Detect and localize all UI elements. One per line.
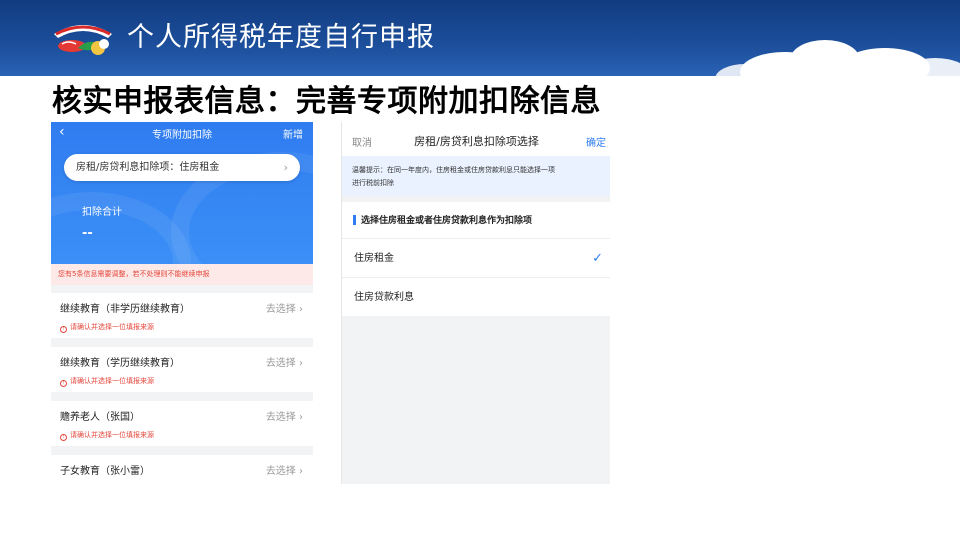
choose-link[interactable]: 去选择 › [266, 408, 303, 423]
header-banner: 个人所得税年度自行申报 [0, 0, 960, 76]
tip-text: 请确认并选择一位填报来源 [70, 377, 154, 385]
list-item-tip: ! 请确认并选择一位填报来源 [60, 322, 154, 333]
choose-link[interactable]: 去选择 › [266, 300, 303, 315]
section-header: 选择住房租金或者住房贷款利息作为扣除项 [342, 202, 610, 238]
left-nav-title: 专项附加扣除 [152, 130, 212, 141]
option-rent[interactable]: 住房租金 ✓ [342, 238, 610, 277]
deduction-type-selector[interactable]: 房租/房贷利息扣除项：住房租金 › [64, 154, 300, 181]
chevron-right-icon: › [283, 161, 288, 174]
choose-link[interactable]: 去选择 › [266, 462, 303, 477]
warning-banner: 您有5条信息需要调整，若不处理则不能继续申报 [51, 264, 313, 285]
list-item[interactable]: 继续教育（学历继续教育） 去选择 › ! 请确认并选择一位填报来源 [51, 347, 313, 392]
list-item-title: 继续教育（学历继续教育） [60, 358, 180, 369]
list-item-title: 赡养老人（张国） [60, 412, 140, 423]
list-item[interactable]: 继续教育（非学历继续教育） 去选择 › ! 请确认并选择一位填报来源 [51, 293, 313, 338]
list-item-title: 继续教育（非学历继续教育） [60, 304, 190, 315]
left-nav-bar: ‹ 专项附加扣除 新增 [51, 122, 313, 144]
deduction-type-label: 房租/房贷利息扣除项：住房租金 [76, 162, 220, 173]
hint-line: 温馨提示：在同一年度内，住房租金或住房贷款利息只能选择一项 [352, 166, 555, 174]
alert-circle-icon: ! [60, 326, 67, 333]
list-item-title: 子女教育（张小雷） [60, 466, 150, 477]
tip-text: 请确认并选择一位填报来源 [70, 323, 154, 331]
new-button[interactable]: 新增 [283, 126, 303, 141]
option-label: 住房租金 [354, 253, 394, 264]
total-value: -- [82, 226, 93, 241]
confirm-button[interactable]: 确定 [586, 134, 606, 149]
tax-logo-icon [54, 25, 112, 55]
right-nav-bar: 取消 房租/房贷利息扣除项选择 确定 [342, 122, 610, 156]
slide-subtitle: 核实申报表信息：完善专项附加扣除信息 [52, 84, 601, 119]
total-label: 扣除合计 [82, 207, 122, 218]
tip-text: 请确认并选择一位填报来源 [70, 431, 154, 439]
right-nav-title: 房租/房贷利息扣除项选择 [414, 135, 539, 148]
alert-circle-icon: ! [60, 380, 67, 387]
option-mortgage[interactable]: 住房贷款利息 [342, 277, 610, 316]
deduction-header-panel: ‹ 专项附加扣除 新增 房租/房贷利息扣除项：住房租金 › 扣除合计 -- [51, 122, 313, 264]
deduction-choice-screen: 取消 房租/房贷利息扣除项选择 确定 温馨提示：在同一年度内，住房租金或住房贷款… [341, 122, 610, 484]
hint-line: 进行税前扣除 [352, 179, 394, 187]
checkmark-icon: ✓ [592, 251, 603, 266]
alert-circle-icon: ! [60, 434, 67, 441]
slide: 个人所得税年度自行申报 核实申报表信息：完善专项附加扣除信息 ‹ 专项附加扣除 … [0, 0, 960, 540]
banner-title: 个人所得税年度自行申报 [127, 22, 435, 53]
section-title: 选择住房租金或者住房贷款利息作为扣除项 [361, 216, 533, 226]
deduction-list-screen: ‹ 专项附加扣除 新增 房租/房贷利息扣除项：住房租金 › 扣除合计 -- 您有… [51, 122, 313, 484]
list-item[interactable]: 子女教育（张小雷） 去选择 › [51, 455, 313, 484]
list-item-tip: ! 请确认并选择一位填报来源 [60, 430, 154, 441]
list-item[interactable]: 赡养老人（张国） 去选择 › ! 请确认并选择一位填报来源 [51, 401, 313, 446]
section-accent-bar [353, 215, 356, 225]
list-item-tip: ! 请确认并选择一位填报来源 [60, 376, 154, 387]
choose-link[interactable]: 去选择 › [266, 354, 303, 369]
option-label: 住房贷款利息 [354, 292, 414, 303]
hint-box: 温馨提示：在同一年度内，住房租金或住房贷款利息只能选择一项 进行税前扣除 [342, 156, 610, 196]
